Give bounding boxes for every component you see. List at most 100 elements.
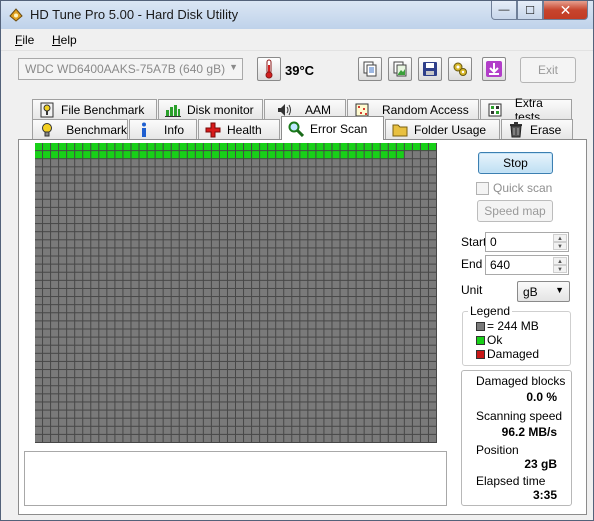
menu-help[interactable]: Help — [52, 33, 77, 47]
scan-block-pending — [179, 378, 187, 386]
tab-disk-monitor[interactable]: Disk monitor — [158, 99, 263, 119]
tab-error-scan-label: Error Scan — [310, 121, 368, 136]
scan-block-pending — [211, 215, 219, 224]
scan-block-pending — [83, 288, 91, 297]
scan-block-pending — [51, 337, 59, 345]
scan-block-pending — [67, 175, 75, 183]
tab-folder-usage-label: Folder Usage — [414, 122, 487, 137]
scan-block-pending — [83, 386, 91, 394]
scan-block-pending — [404, 297, 412, 305]
scan-block-pending — [276, 191, 284, 199]
scan-block-pending — [211, 313, 219, 321]
tab-benchmark[interactable]: Benchmark — [32, 119, 128, 139]
start-input[interactable]: 0 ▲ ▼ — [485, 232, 569, 252]
scan-block-pending — [316, 280, 324, 288]
scan-block-pending — [171, 159, 179, 167]
scan-block-pending — [244, 272, 252, 280]
save-button[interactable] — [418, 57, 442, 81]
scan-block-pending — [252, 207, 260, 215]
tab-extra-tests[interactable]: Extra tests — [480, 96, 572, 124]
tab-info[interactable]: Info — [129, 119, 197, 139]
scan-block-pending — [276, 353, 284, 361]
scan-block-pending — [324, 224, 332, 232]
scan-block-pending — [236, 264, 244, 272]
drive-select[interactable]: WDC WD6400AAKS-75A7B (640 gB) ▼ — [18, 58, 243, 80]
scan-block-pending — [260, 240, 268, 248]
start-down-icon[interactable]: ▼ — [553, 242, 567, 250]
temperature-readout: 39°C — [285, 63, 315, 78]
scan-block-pending — [139, 418, 147, 426]
scan-block-pending — [187, 248, 195, 256]
options-button[interactable] — [448, 57, 472, 81]
tab-folder-usage[interactable]: Folder Usage — [385, 119, 500, 139]
scan-block-pending — [179, 248, 187, 256]
tab-erase[interactable]: Erase — [501, 119, 573, 139]
scan-block-pending — [179, 418, 187, 426]
scan-block-pending — [211, 386, 219, 394]
speed-map-button[interactable]: Speed map — [477, 200, 553, 222]
exit-button[interactable]: Exit — [520, 57, 576, 83]
download-button[interactable] — [482, 57, 506, 81]
menu-file[interactable]: File — [15, 33, 34, 47]
scan-block-pending — [131, 313, 139, 321]
scan-block-ok — [244, 143, 252, 151]
minimize-button[interactable]: — — [491, 1, 517, 20]
tab-health[interactable]: Health — [198, 119, 280, 139]
scan-block-pending — [35, 386, 43, 394]
scan-block-pending — [35, 297, 43, 305]
scan-block-pending — [83, 426, 91, 434]
scan-block-pending — [292, 378, 300, 386]
scan-block-pending — [276, 272, 284, 280]
quick-scan-checkbox-row[interactable]: Quick scan — [476, 181, 552, 195]
scan-block-pending — [244, 321, 252, 329]
title-bar[interactable]: HD Tune Pro 5.00 - Hard Disk Utility — ☐… — [1, 1, 593, 29]
copy-info-button[interactable] — [358, 57, 382, 81]
scan-block-pending — [268, 345, 276, 353]
scan-block-pending — [428, 207, 436, 215]
scan-block-pending — [396, 434, 404, 442]
scan-block-pending — [107, 378, 115, 386]
scan-log-box — [24, 451, 447, 506]
scan-block-pending — [372, 159, 380, 167]
scan-block-pending — [227, 426, 235, 434]
scan-block-pending — [412, 159, 420, 167]
scan-block-pending — [163, 175, 171, 183]
scan-block-pending — [284, 199, 292, 207]
scan-block-ok — [356, 143, 364, 151]
scan-block-pending — [292, 280, 300, 288]
scan-block-pending — [268, 361, 276, 370]
scan-block-pending — [308, 378, 316, 386]
scan-block-pending — [268, 394, 276, 402]
scan-block-pending — [284, 386, 292, 394]
start-up-icon[interactable]: ▲ — [553, 234, 567, 242]
scan-block-pending — [171, 394, 179, 402]
scan-block-pending — [340, 329, 348, 337]
scan-block-pending — [300, 313, 308, 321]
end-input[interactable]: 640 ▲ ▼ — [485, 255, 569, 275]
scan-block-pending — [396, 272, 404, 280]
scan-block-pending — [236, 394, 244, 402]
scan-block-pending — [91, 305, 99, 313]
scan-block-pending — [404, 337, 412, 345]
scan-block-pending — [59, 305, 67, 313]
scan-block-pending — [364, 329, 372, 337]
stop-button[interactable]: Stop — [478, 152, 553, 174]
quick-scan-checkbox[interactable] — [476, 181, 489, 195]
end-up-icon[interactable]: ▲ — [553, 257, 567, 265]
end-down-icon[interactable]: ▼ — [553, 265, 567, 273]
scan-block-pending — [131, 207, 139, 215]
scan-block-pending — [332, 167, 340, 175]
tab-file-benchmark[interactable]: File Benchmark — [32, 99, 157, 119]
scan-block-ok — [75, 151, 83, 159]
tab-error-scan[interactable]: Error Scan — [281, 116, 384, 140]
scan-block-pending — [187, 361, 195, 370]
scan-block-pending — [292, 297, 300, 305]
copy-screenshot-button[interactable] — [388, 57, 412, 81]
temperature-button[interactable] — [257, 57, 281, 81]
maximize-button[interactable]: ☐ — [517, 1, 543, 20]
unit-select[interactable]: gB ▼ — [517, 281, 570, 302]
close-button[interactable]: ✕ — [543, 1, 588, 20]
start-value: 0 — [490, 235, 497, 249]
scan-block-pending — [59, 175, 67, 183]
scan-block-pending — [308, 426, 316, 434]
